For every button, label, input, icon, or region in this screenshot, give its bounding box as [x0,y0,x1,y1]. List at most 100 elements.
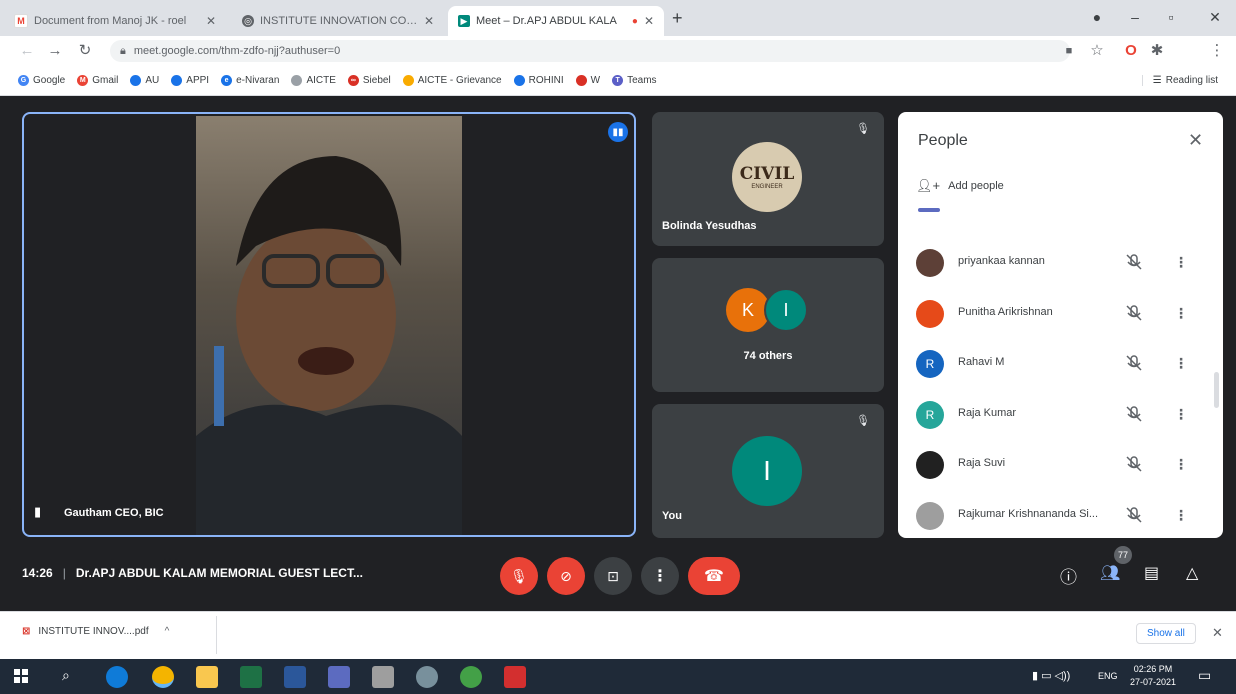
acrobat-icon[interactable] [504,666,526,688]
bookmark-aicte[interactable]: AICTE [291,75,336,86]
participant-tile[interactable]: 🎙︎ CIVIL ENGINEER Bolinda Yesudhas [652,112,884,246]
chevron-up-icon[interactable]: ^ [165,626,170,637]
url-field[interactable]: 🔒︎ meet.google.com/thm-zdfo-njj?authuser… [110,40,1070,62]
more-options-button[interactable]: ⋮ [641,557,679,595]
show-all-button[interactable]: Show all [1136,623,1196,644]
mic-toggle-button[interactable]: 🎙︎ [500,557,538,595]
snipping-icon[interactable] [416,666,438,688]
calculator-icon[interactable] [372,666,394,688]
camera-toggle-button[interactable]: ⊘ [547,557,585,595]
avatar [916,451,944,479]
e-icon: e [221,75,233,86]
bookmark-enivaran[interactable]: e e-Nivaran [221,75,279,86]
self-tile[interactable]: 🎙︎ I You [652,404,884,538]
notifications-icon[interactable]: ▭ [1198,667,1211,684]
activities-icon[interactable]: △ [1186,563,1198,583]
info-icon[interactable]: ⓘ [1060,563,1077,588]
participant-row[interactable]: Rajkumar Krishnananda Si... ⋮ [898,491,1223,539]
bookmark-w[interactable]: W [575,75,600,86]
word-icon[interactable] [284,666,306,688]
bookmark-google[interactable]: G Google [18,75,65,86]
participant-row[interactable]: Raja Suvi ⋮ [898,440,1223,490]
more-vert-icon[interactable]: ⋮ [1174,305,1188,322]
close-tab-icon[interactable]: ✕ [424,14,434,28]
tab-institute[interactable]: ◎ INSTITUTE INNOVATION COUN ✕ [232,6,444,36]
menu-icon[interactable]: ⋮ [1206,40,1228,62]
bookmark-star-icon[interactable]: ☆ [1086,40,1108,62]
bookmark-au[interactable]: AU [130,75,159,86]
new-tab-icon[interactable]: + [672,8,683,29]
back-icon[interactable]: ← [16,40,38,62]
participant-row[interactable]: priyankaa kannan ⋮ [898,238,1223,288]
people-icon[interactable]: 👥︎ [1100,563,1120,583]
reading-list-button[interactable]: ☰ Reading list [1141,75,1218,86]
more-vert-icon[interactable]: ⋮ [1174,507,1188,524]
close-panel-icon[interactable]: ✕ [1188,130,1203,151]
meeting-details[interactable]: 14:26 | Dr.APJ ABDUL KALAM MEMORIAL GUES… [22,566,363,580]
profile-dot-icon[interactable]: ● [1082,6,1112,28]
bookmark-aicte-grievance[interactable]: AICTE - Grievance [402,75,502,86]
camera-indicator-icon[interactable]: ■ [1058,40,1080,62]
tab-document[interactable]: M Document from Manoj JK - roel ✕ [4,6,226,36]
main-video-tile[interactable]: ▮▮ ▮ Gautham CEO, BIC [22,112,636,537]
participant-row[interactable]: R Raja Kumar ⋮ [898,390,1223,440]
extensions-icon[interactable]: ✱ [1146,40,1168,62]
scrollbar[interactable] [1214,372,1219,408]
mic-off-icon[interactable] [1124,353,1144,373]
bookmark-appi[interactable]: APPI [171,75,209,86]
clock[interactable]: 02:26 PM 27-07-2021 [1130,663,1176,689]
more-vert-icon[interactable]: ⋮ [1174,254,1188,271]
opera-icon[interactable]: O [1120,40,1142,62]
minimize-icon[interactable]: – [1120,6,1150,28]
present-button[interactable]: ⊡ [594,557,632,595]
maximize-icon[interactable]: ▫ [1156,6,1186,28]
avatar [916,299,944,328]
windows-start-icon[interactable] [14,669,28,683]
app-green-icon[interactable] [460,666,482,688]
reload-icon[interactable]: ↻ [74,40,96,62]
edge-icon[interactable] [106,666,128,688]
close-tab-icon[interactable]: ✕ [644,14,654,28]
language-indicator[interactable]: ENG [1098,671,1118,681]
mic-off-icon[interactable] [1124,505,1144,525]
more-vert-icon[interactable]: ⋮ [1174,406,1188,423]
bookmark-teams[interactable]: T Teams [612,75,657,86]
system-tray-icons[interactable]: ▮ ▭ ◁)) [1032,669,1070,682]
others-tile[interactable]: K I 74 others [652,258,884,392]
separator: | [62,566,66,580]
more-vert-icon[interactable]: ⋮ [1174,456,1188,473]
chrome-icon[interactable] [152,666,174,688]
avatar [916,249,944,277]
file-explorer-icon[interactable] [196,666,218,688]
close-tab-icon[interactable]: ✕ [206,14,216,28]
chat-icon[interactable]: ▤ [1144,563,1159,583]
bookmark-gmail[interactable]: M Gmail [77,75,118,86]
participant-row[interactable]: Punitha Arikrishnan ⋮ [898,289,1223,339]
more-vert-icon[interactable]: ⋮ [1174,355,1188,372]
bookmark-rohini[interactable]: ROHINI [513,75,564,86]
close-window-icon[interactable]: ✕ [1200,6,1230,28]
participant-row[interactable]: R Rahavi M ⋮ [898,339,1223,389]
tab-meet[interactable]: ▶ Meet – Dr.APJ ABDUL KALA ● ✕ [448,6,664,36]
mic-off-icon[interactable] [1124,252,1144,272]
close-downloads-icon[interactable]: ✕ [1212,625,1223,641]
bookmark-siebel[interactable]: ∞ Siebel [347,75,391,86]
appi-icon [171,75,183,86]
add-people-button[interactable]: 👤︎+ Add people [916,178,1004,194]
excel-icon[interactable] [240,666,262,688]
mic-off-icon[interactable] [1124,303,1144,323]
gmail-icon: M [77,75,89,86]
participant-name: Raja Kumar [958,406,1017,419]
pin-icon[interactable]: ▮ [34,504,41,520]
mic-off-icon[interactable] [1124,404,1144,424]
forward-icon[interactable]: → [44,40,66,62]
au-icon [130,75,142,86]
tab-strip: M Document from Manoj JK - roel ✕ ◎ INST… [0,0,1236,36]
mic-off-icon[interactable] [1124,454,1144,474]
app-icon[interactable] [328,666,350,688]
search-icon[interactable]: ⌕ [62,667,70,684]
download-item[interactable]: ⊠ INSTITUTE INNOV....pdf ^ [22,626,169,637]
siebel-icon: ∞ [347,75,359,86]
end-call-button[interactable]: ☎︎ [688,557,740,595]
aicte-icon [402,75,414,86]
